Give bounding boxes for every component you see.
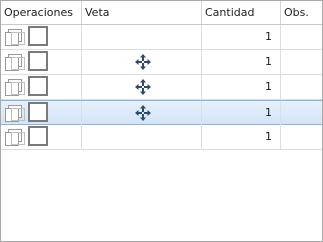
cell-cantidad[interactable]: 1 [202, 125, 281, 149]
move-icon[interactable] [135, 54, 151, 70]
delete-icon[interactable] [28, 26, 48, 46]
cell-veta[interactable] [82, 75, 202, 99]
cell-cantidad[interactable]: 1 [202, 25, 281, 49]
grid-header: Operaciones Veta Cantidad Obs. [1, 1, 322, 25]
edit-icon[interactable] [5, 29, 25, 46]
cell-operaciones [1, 75, 82, 99]
move-icon[interactable] [135, 105, 151, 121]
cell-obs[interactable] [281, 101, 322, 125]
column-header-veta[interactable]: Veta [82, 1, 202, 24]
column-header-obs[interactable]: Obs. [281, 1, 322, 24]
delete-icon[interactable] [28, 76, 48, 96]
operations-grid: Operaciones Veta Cantidad Obs. 11111 [0, 0, 323, 242]
cell-obs[interactable] [281, 125, 322, 149]
cell-cantidad[interactable]: 1 [202, 50, 281, 74]
cell-obs[interactable] [281, 75, 322, 99]
cell-obs[interactable] [281, 25, 322, 49]
edit-icon[interactable] [5, 79, 25, 96]
delete-icon[interactable] [28, 102, 48, 122]
cell-cantidad[interactable]: 1 [202, 75, 281, 99]
column-header-operaciones[interactable]: Operaciones [1, 1, 82, 24]
delete-icon[interactable] [28, 126, 48, 146]
table-row[interactable]: 1 [1, 75, 322, 100]
cell-operaciones [1, 101, 82, 125]
column-header-cantidad[interactable]: Cantidad [202, 1, 281, 24]
table-row[interactable]: 1 [1, 125, 322, 150]
cell-operaciones [1, 25, 82, 49]
cell-veta[interactable] [82, 50, 202, 74]
cell-veta[interactable] [82, 125, 202, 149]
table-row[interactable]: 1 [1, 50, 322, 75]
cell-operaciones [1, 50, 82, 74]
cell-veta[interactable] [82, 101, 202, 125]
edit-icon[interactable] [5, 105, 25, 122]
cell-obs[interactable] [281, 50, 322, 74]
cell-operaciones [1, 125, 82, 149]
cell-veta[interactable] [82, 25, 202, 49]
move-icon[interactable] [135, 79, 151, 95]
cell-cantidad[interactable]: 1 [202, 101, 281, 125]
delete-icon[interactable] [28, 51, 48, 71]
table-row[interactable]: 1 [1, 25, 322, 50]
edit-icon[interactable] [5, 129, 25, 146]
edit-icon[interactable] [5, 54, 25, 71]
table-row[interactable]: 1 [1, 100, 322, 125]
